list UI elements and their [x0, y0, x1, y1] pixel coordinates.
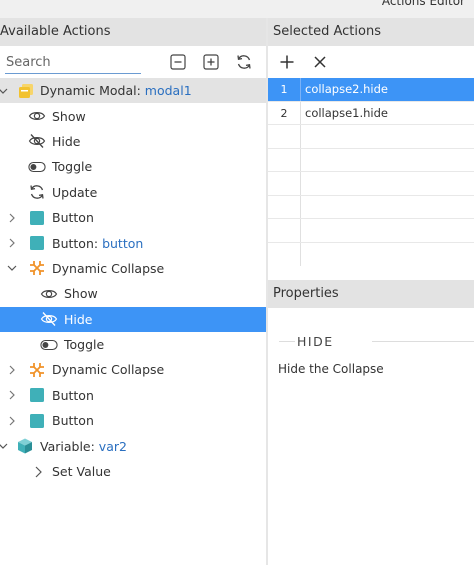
- tree-item-show[interactable]: Show: [0, 281, 266, 306]
- selected-actions-toolbar: [268, 46, 474, 78]
- tree-item-label: Button: [52, 413, 94, 429]
- modal-icon: [17, 82, 35, 100]
- properties-section: HIDE: [268, 334, 474, 350]
- tree-item-label: Hide: [52, 133, 81, 149]
- tree-item-show[interactable]: Show: [0, 103, 266, 128]
- refresh-icon[interactable]: [235, 53, 253, 71]
- section-divider: [372, 341, 474, 342]
- tree-item-name: var2: [98, 438, 127, 454]
- button-icon: [28, 234, 46, 252]
- tree-item-button[interactable]: Button: [0, 205, 266, 230]
- tree-item-update[interactable]: Update: [0, 180, 266, 205]
- row-number: [268, 148, 301, 171]
- properties-header: Properties: [268, 280, 474, 308]
- window-title: Actions Editor: [381, 0, 465, 8]
- row-number: 2: [268, 101, 301, 124]
- close-icon[interactable]: [311, 53, 329, 71]
- tree-item-dynamic-modal[interactable]: Dynamic Modal: modal1: [0, 78, 266, 104]
- tree-item-toggle[interactable]: Toggle: [0, 332, 266, 357]
- plus-square-icon[interactable]: [202, 53, 220, 71]
- tree-item-label: Toggle: [52, 159, 93, 175]
- cube-icon: [16, 437, 34, 455]
- tree-item-hide[interactable]: Hide: [0, 306, 266, 332]
- empty-row: [268, 125, 474, 149]
- chevron-down-icon[interactable]: [0, 441, 8, 451]
- chevron-down-icon[interactable]: [7, 263, 17, 273]
- available-actions-tree: Dynamic Modal: modal1 Show Hide Toggle U…: [0, 78, 266, 484]
- tree-item-label: Set Value: [52, 464, 111, 480]
- tree-item-variable[interactable]: Variable: var2: [0, 433, 266, 458]
- tree-item-label: Hide: [64, 311, 93, 327]
- selected-action-row[interactable]: 1 collapse2.hide: [268, 78, 474, 102]
- tree-item-button-named[interactable]: Button: button: [0, 230, 266, 255]
- tree-item-dynamic-collapse[interactable]: Dynamic Collapse: [0, 256, 266, 281]
- chevron-right-icon[interactable]: [7, 365, 17, 375]
- tree-item-toggle[interactable]: Toggle: [0, 154, 266, 179]
- tree-item-label: Dynamic Collapse: [52, 260, 165, 276]
- tree-item-label: Update: [52, 184, 98, 200]
- chevron-down-icon[interactable]: [0, 86, 8, 96]
- empty-row: [268, 172, 474, 196]
- window-title-bar: Actions Editor: [0, 0, 474, 18]
- minus-square-icon[interactable]: [169, 53, 187, 71]
- collapse-icon: [28, 361, 46, 379]
- chevron-right-icon[interactable]: [7, 238, 17, 248]
- properties-description: Hide the Collapse: [278, 362, 384, 376]
- row-number: 1: [268, 78, 301, 101]
- tree-item-dynamic-collapse[interactable]: Dynamic Collapse: [0, 357, 266, 382]
- button-icon: [28, 209, 46, 227]
- chevron-right-icon[interactable]: [7, 390, 17, 400]
- tree-item-hide[interactable]: Hide: [0, 129, 266, 154]
- collapse-icon: [28, 259, 46, 277]
- row-value: collapse1.hide: [305, 105, 388, 120]
- row-value: collapse2.hide: [305, 82, 388, 96]
- tree-item-button[interactable]: Button: [0, 383, 266, 408]
- toggle-icon: [28, 158, 46, 176]
- chevron-right-icon: [33, 466, 43, 477]
- tree-item-name: button: [102, 235, 144, 251]
- selected-actions-list: 1 collapse2.hide 2 collapse1.hide: [268, 78, 474, 266]
- available-actions-panel: Available Actions Dynamic Modal: modal1 …: [0, 18, 266, 565]
- available-actions-toolbar: [0, 46, 266, 78]
- plus-icon[interactable]: [278, 53, 296, 71]
- toggle-icon: [40, 336, 58, 354]
- refresh-icon: [28, 183, 46, 201]
- properties-section-title: HIDE: [297, 334, 334, 349]
- tree-item-label: Button:: [52, 235, 103, 251]
- row-number: [268, 125, 301, 148]
- search-input[interactable]: [5, 51, 141, 74]
- chevron-right-icon[interactable]: [7, 416, 17, 426]
- tree-item-set-value[interactable]: Set Value: [0, 459, 266, 484]
- selected-action-row[interactable]: 2 collapse1.hide: [268, 101, 474, 125]
- eye-icon: [40, 285, 58, 303]
- tree-item-label: Variable:: [40, 438, 99, 454]
- button-icon: [28, 386, 46, 404]
- tree-item-label: Toggle: [64, 337, 105, 353]
- row-number: [268, 219, 301, 242]
- tree-item-label: Button: [52, 387, 94, 403]
- tree-item-label: Dynamic Collapse: [52, 362, 165, 378]
- tree-item-label: Dynamic Modal:: [40, 83, 145, 99]
- empty-row: [268, 195, 474, 219]
- selected-actions-panel: Selected Actions 1 collapse2.hide 2 coll…: [268, 18, 474, 565]
- section-divider: [279, 341, 295, 342]
- button-icon: [28, 412, 46, 430]
- row-number: [268, 195, 301, 218]
- empty-row: [268, 148, 474, 172]
- row-number: [268, 242, 301, 266]
- available-actions-header: Available Actions: [0, 18, 266, 46]
- empty-row: [268, 242, 474, 266]
- tree-item-label: Show: [64, 286, 98, 302]
- eye-slash-icon: [40, 310, 58, 328]
- empty-row: [268, 219, 474, 243]
- tree-item-name: modal1: [144, 83, 192, 99]
- tree-item-label: Show: [52, 108, 86, 124]
- tree-item-button[interactable]: Button: [0, 408, 266, 433]
- eye-icon: [28, 107, 46, 125]
- eye-slash-icon: [28, 132, 46, 150]
- row-number: [268, 172, 301, 195]
- chevron-right-icon[interactable]: [7, 213, 17, 223]
- selected-actions-header: Selected Actions: [268, 18, 474, 46]
- tree-item-label: Button: [52, 210, 94, 226]
